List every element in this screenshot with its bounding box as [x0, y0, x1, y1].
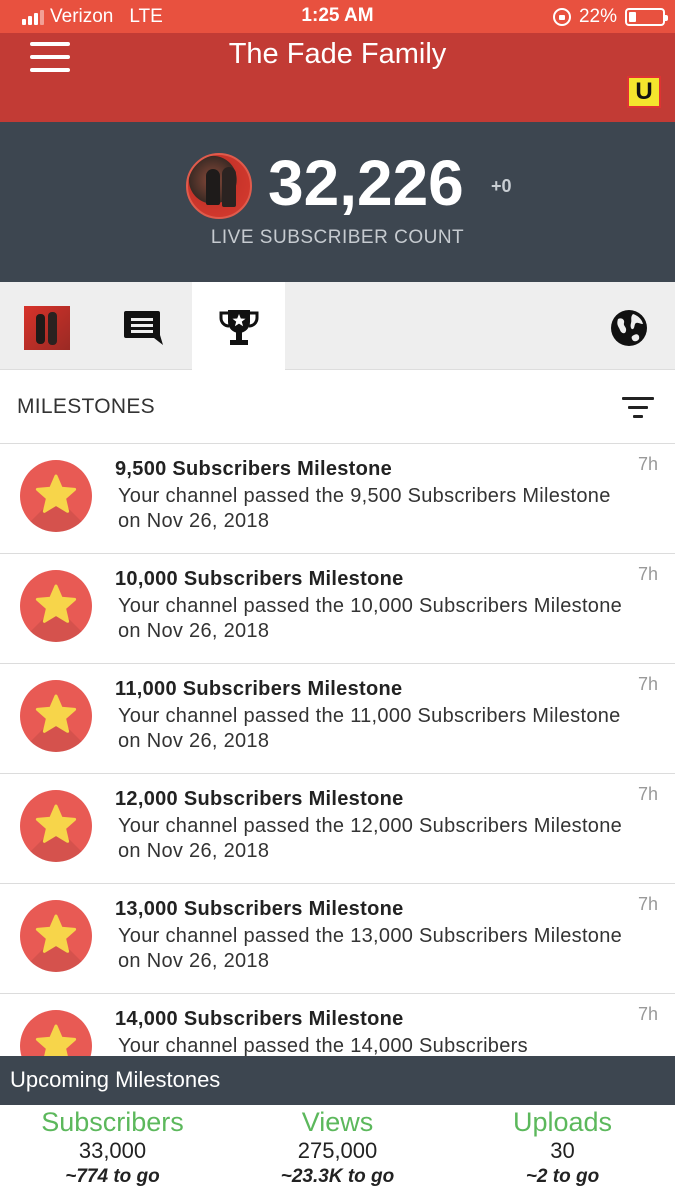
page-title: The Fade Family: [228, 38, 447, 70]
milestone-time: 7h: [637, 784, 658, 804]
subscriber-count-caption: LIVE SUBSCRIBER COUNT: [210, 227, 465, 248]
milestone-time: 7h: [637, 564, 658, 584]
stat-remaining: ~23.3K to go: [280, 1166, 395, 1187]
tab-global[interactable]: [582, 282, 675, 370]
tab-channel[interactable]: [0, 282, 93, 370]
battery-icon: [625, 8, 668, 26]
milestone-title: 10,000 Subscribers Milestone: [115, 568, 404, 590]
milestone-row[interactable]: 13,000 Subscribers Milestone Your channel…: [0, 884, 675, 994]
milestone-row[interactable]: 10,000 Subscribers Milestone Your channel…: [0, 554, 675, 664]
stat-remaining: ~774 to go: [65, 1166, 160, 1187]
milestone-description: Your channel passed the 10,000 Subscribe…: [118, 595, 623, 642]
milestone-time: 7h: [637, 454, 658, 474]
globe-icon: [611, 310, 647, 346]
milestones-list[interactable]: 9,500 Subscribers Milestone Your channel …: [0, 444, 675, 1056]
milestone-time: 7h: [637, 1004, 658, 1024]
stat-value: 33,000: [78, 1138, 147, 1163]
milestone-row[interactable]: 9,500 Subscribers Milestone Your channel …: [0, 444, 675, 554]
stat-subscribers: Subscribers 33,000 ~774 to go: [0, 1105, 225, 1188]
stat-value: 30: [550, 1138, 575, 1163]
milestone-description: Your channel passed the 9,500 Subscriber…: [118, 485, 611, 532]
stat-uploads: Uploads 30 ~2 to go: [450, 1105, 675, 1188]
milestones-title: MILESTONES: [17, 395, 155, 418]
stat-label: Views: [301, 1107, 374, 1137]
tab-bar: [0, 282, 675, 370]
channel-thumbnail-icon: [24, 306, 70, 350]
stat-value: 275,000: [297, 1138, 378, 1163]
battery-percent: 22%: [578, 6, 617, 27]
upcoming-milestones-stats: Subscribers 33,000 ~774 to go Views 275,…: [0, 1105, 675, 1200]
star-icon: [20, 570, 92, 642]
star-icon: [20, 460, 92, 532]
star-icon: [20, 1010, 92, 1056]
milestone-row[interactable]: 14,000 Subscribers Milestone Your channel…: [0, 994, 675, 1056]
tab-comments[interactable]: [96, 282, 189, 370]
star-icon: [20, 790, 92, 862]
filter-icon[interactable]: [622, 397, 654, 419]
milestone-row[interactable]: 12,000 Subscribers Milestone Your channel…: [0, 774, 675, 884]
milestones-header: MILESTONES: [0, 370, 675, 444]
milestone-description: Your channel passed the 11,000 Subscribe…: [118, 705, 621, 752]
milestone-row[interactable]: 11,000 Subscribers Milestone Your channel…: [0, 664, 675, 774]
milestone-description: Your channel passed the 14,000 Subscribe…: [118, 1035, 528, 1056]
milestone-title: 13,000 Subscribers Milestone: [115, 898, 404, 920]
channel-avatar: [186, 153, 252, 219]
milestone-title: 12,000 Subscribers Milestone: [115, 788, 404, 810]
chat-icon: [124, 311, 163, 345]
milestone-title: 14,000 Subscribers Milestone: [115, 1008, 404, 1030]
trophy-icon: [219, 310, 259, 345]
milestone-description: Your channel passed the 13,000 Subscribe…: [118, 925, 623, 972]
upgrade-badge[interactable]: U: [627, 76, 661, 108]
stat-remaining: ~2 to go: [525, 1166, 600, 1187]
milestone-time: 7h: [637, 894, 658, 914]
upcoming-milestones-header: Upcoming Milestones: [0, 1056, 675, 1105]
subscriber-count: 32,226: [268, 147, 464, 219]
star-icon: [20, 680, 92, 752]
stat-label: Uploads: [512, 1107, 613, 1137]
stat-label: Subscribers: [41, 1107, 184, 1137]
status-right: 22%: [552, 5, 668, 29]
orientation-lock-icon: [552, 8, 571, 26]
milestone-description: Your channel passed the 12,000 Subscribe…: [118, 815, 623, 862]
upcoming-milestones-title: Upcoming Milestones: [10, 1067, 221, 1092]
stat-views: Views 275,000 ~23.3K to go: [225, 1105, 450, 1188]
status-bar: Verizon LTE 1:25 AM 22%: [0, 0, 675, 33]
milestone-time: 7h: [637, 674, 658, 694]
star-icon: [20, 900, 92, 972]
subscriber-delta: +0: [491, 176, 512, 196]
milestone-title: 11,000 Subscribers Milestone: [115, 678, 403, 700]
tab-milestones[interactable]: [192, 282, 285, 370]
milestone-title: 9,500 Subscribers Milestone: [115, 458, 393, 480]
